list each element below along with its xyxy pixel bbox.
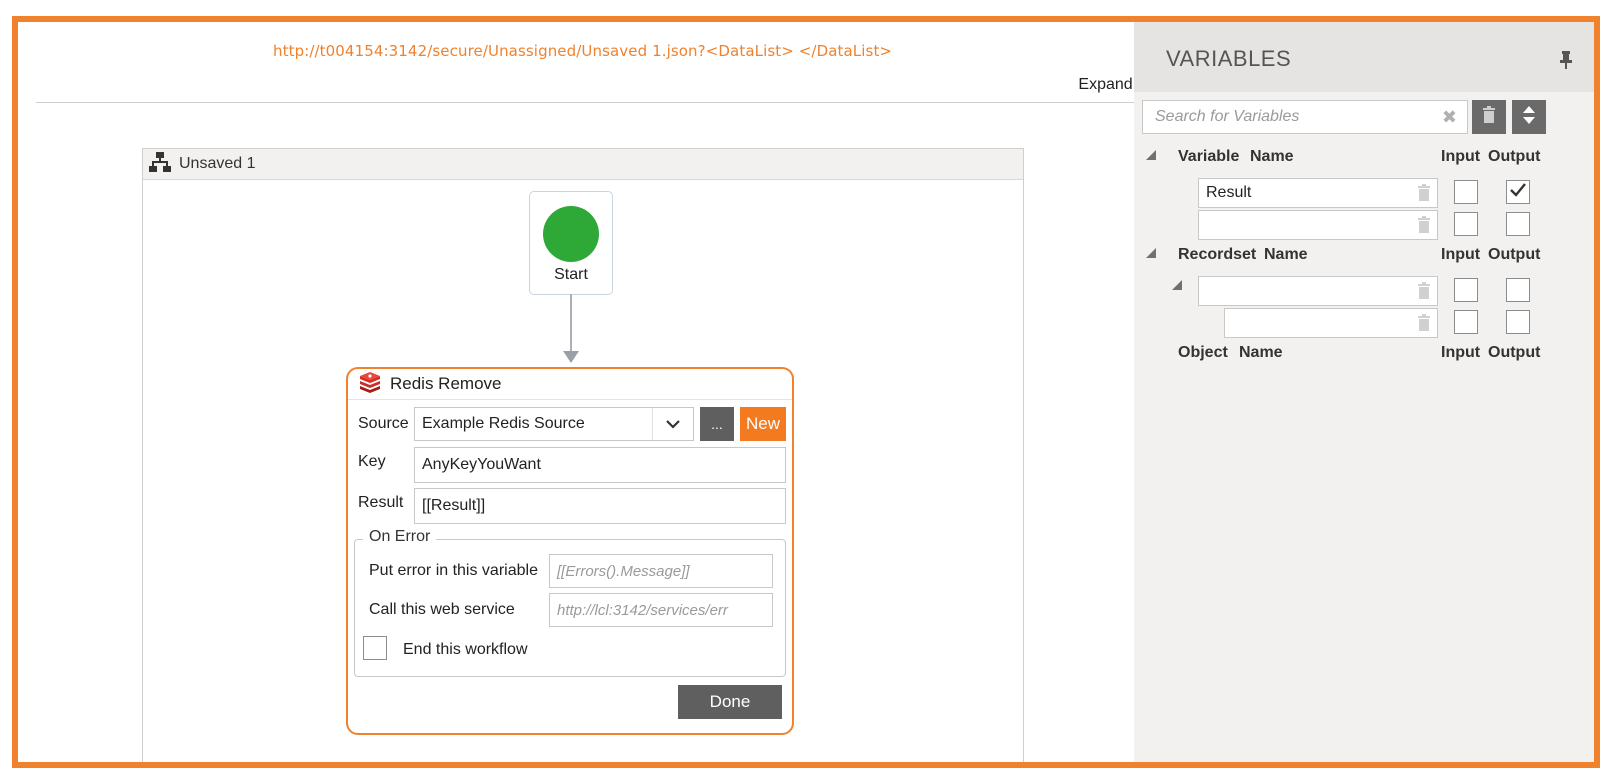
key-input[interactable]: AnyKeyYouWant: [414, 447, 786, 483]
object-name-header: Name: [1239, 344, 1283, 361]
variable-input-header: Input: [1441, 148, 1481, 165]
variable-column-header: Variable: [1178, 148, 1240, 165]
sort-icon: [1522, 105, 1536, 130]
result-label: Result: [358, 494, 404, 511]
start-label: Start: [554, 266, 588, 283]
variable-search-input[interactable]: Search for Variables ✖: [1142, 100, 1468, 134]
variable-output-header: Output: [1488, 148, 1541, 165]
variable-name-input[interactable]: Result: [1198, 178, 1438, 208]
workflow-url: http://t004154:3142/secure/Unassigned/Un…: [273, 42, 893, 60]
workflow-icon: [149, 151, 171, 177]
on-error-group: On Error Put error in this variable [[Er…: [354, 528, 786, 677]
variable-name-input[interactable]: [1198, 210, 1438, 240]
redis-remove-tool[interactable]: Redis Remove Source Example Redis Source…: [346, 367, 794, 735]
recordset-field-input-checkbox[interactable]: [1454, 310, 1478, 334]
trash-icon[interactable]: [1417, 216, 1431, 239]
recordset-output-checkbox[interactable]: [1506, 278, 1530, 302]
tool-title: Redis Remove: [390, 374, 502, 393]
trash-icon[interactable]: [1417, 282, 1431, 305]
recordset-field-input[interactable]: [1224, 308, 1438, 338]
variable-input-checkbox[interactable]: [1454, 180, 1478, 204]
connector-arrow-icon: [563, 351, 579, 363]
start-icon: [543, 206, 599, 262]
new-source-button[interactable]: New: [740, 407, 786, 441]
chevron-down-icon[interactable]: [652, 408, 693, 440]
source-select[interactable]: Example Redis Source: [414, 407, 694, 441]
variables-panel: VARIABLES Search for Variables ✖ Variabl…: [1134, 22, 1594, 762]
end-workflow-checkbox[interactable]: [363, 636, 387, 660]
error-variable-input[interactable]: [[Errors().Message]]: [549, 554, 773, 588]
trash-icon[interactable]: [1417, 184, 1431, 207]
source-browse-button[interactable]: ...: [700, 407, 734, 441]
recordset-input-checkbox[interactable]: [1454, 278, 1478, 302]
web-service-input[interactable]: http://lcl:3142/services/err: [549, 593, 773, 627]
on-error-legend: On Error: [363, 528, 437, 546]
recordset-field-output-checkbox[interactable]: [1506, 310, 1530, 334]
redis-icon: [358, 371, 382, 398]
pin-icon[interactable]: [1558, 50, 1574, 75]
variable-input-checkbox[interactable]: [1454, 212, 1478, 236]
variable-name-value: Result: [1206, 184, 1252, 201]
result-input[interactable]: [[Result]]: [414, 488, 786, 524]
key-label: Key: [358, 453, 386, 470]
source-label: Source: [358, 415, 409, 432]
object-output-header: Output: [1488, 344, 1541, 361]
object-column-header: Object: [1178, 344, 1228, 361]
tool-header: Redis Remove: [348, 369, 792, 400]
done-button[interactable]: Done: [678, 685, 782, 719]
web-service-label: Call this web service: [369, 601, 515, 618]
variables-header: VARIABLES: [1134, 22, 1594, 92]
trash-icon[interactable]: [1417, 314, 1431, 337]
workflow-designer: http://t004154:3142/secure/Unassigned/Un…: [18, 22, 1176, 762]
source-value: Example Redis Source: [422, 415, 585, 432]
variable-output-checkbox[interactable]: [1506, 212, 1530, 236]
trash-icon: [1482, 105, 1496, 129]
end-workflow-label: End this workflow: [403, 641, 528, 658]
connector-line: [570, 294, 572, 352]
search-placeholder: Search for Variables: [1155, 108, 1300, 125]
workflow-name: Unsaved 1: [179, 155, 256, 172]
error-variable-label: Put error in this variable: [369, 562, 538, 579]
clear-search-icon[interactable]: ✖: [1442, 107, 1457, 128]
workflow-header: Unsaved 1: [143, 149, 1023, 180]
divider: [36, 102, 1174, 103]
delete-unused-button[interactable]: [1472, 100, 1506, 134]
object-input-header: Input: [1441, 344, 1481, 361]
start-node[interactable]: Start: [529, 191, 613, 295]
collapse-variables-icon[interactable]: [1146, 150, 1156, 160]
recordset-name-header: Name: [1264, 246, 1308, 263]
recordset-output-header: Output: [1488, 246, 1541, 263]
variables-title: VARIABLES: [1166, 46, 1292, 71]
recordset-name-input[interactable]: [1198, 276, 1438, 306]
variable-name-header: Name: [1250, 148, 1294, 165]
checkmark-icon: [1510, 182, 1526, 202]
collapse-recordsets-icon[interactable]: [1146, 248, 1156, 258]
app-frame: http://t004154:3142/secure/Unassigned/Un…: [12, 16, 1600, 768]
recordset-column-header: Recordset: [1178, 246, 1257, 263]
variable-output-checkbox[interactable]: [1506, 180, 1530, 204]
sort-button[interactable]: [1512, 100, 1546, 134]
collapse-recordset-icon[interactable]: [1172, 280, 1182, 290]
recordset-input-header: Input: [1441, 246, 1481, 263]
